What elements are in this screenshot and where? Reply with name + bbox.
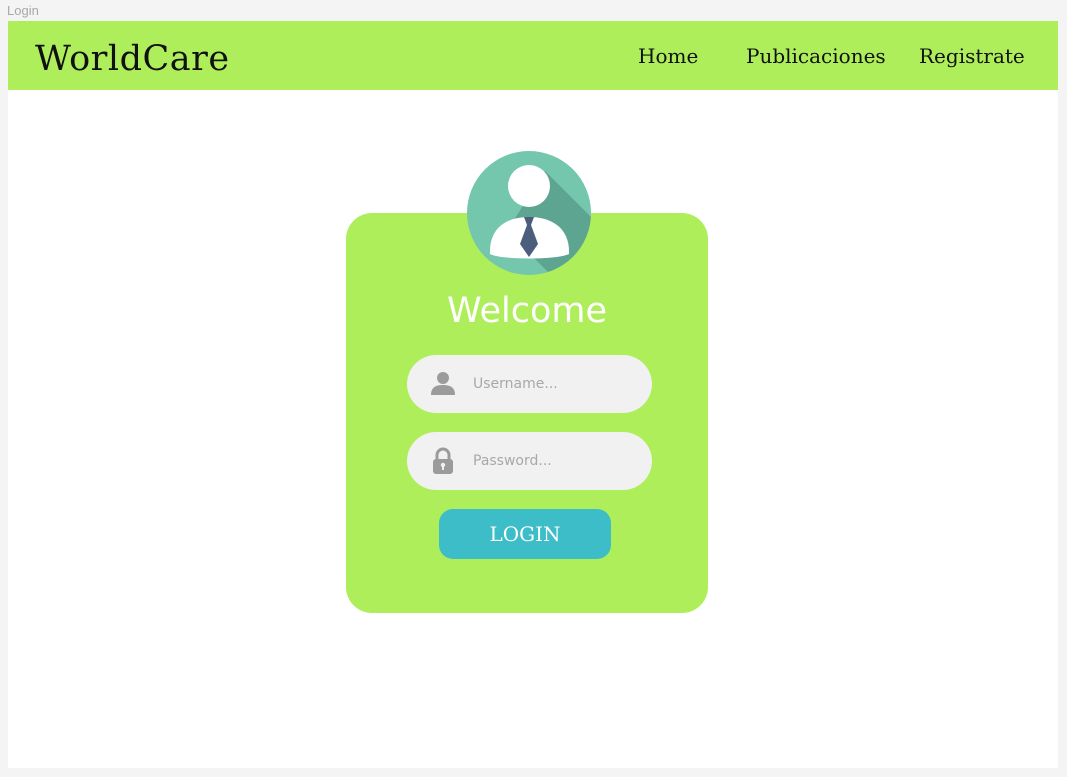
window-title: Login bbox=[7, 3, 39, 18]
nav-link-publicaciones[interactable]: Publicaciones bbox=[746, 43, 886, 69]
user-with-tie-icon bbox=[467, 151, 591, 275]
user-icon bbox=[431, 372, 455, 395]
username-field[interactable] bbox=[407, 355, 652, 413]
nav-link-registrate[interactable]: Registrate bbox=[919, 43, 1025, 69]
top-navbar: WorldCare Home Publicaciones Registrate bbox=[8, 21, 1058, 90]
username-input[interactable] bbox=[473, 369, 633, 399]
nav-link-home[interactable]: Home bbox=[638, 43, 698, 69]
login-button[interactable]: LOGIN bbox=[439, 509, 611, 559]
password-field[interactable] bbox=[407, 432, 652, 490]
password-input[interactable] bbox=[473, 446, 633, 476]
lock-icon bbox=[433, 447, 453, 474]
brand-logo[interactable]: WorldCare bbox=[35, 39, 230, 79]
welcome-heading: Welcome bbox=[446, 291, 608, 331]
